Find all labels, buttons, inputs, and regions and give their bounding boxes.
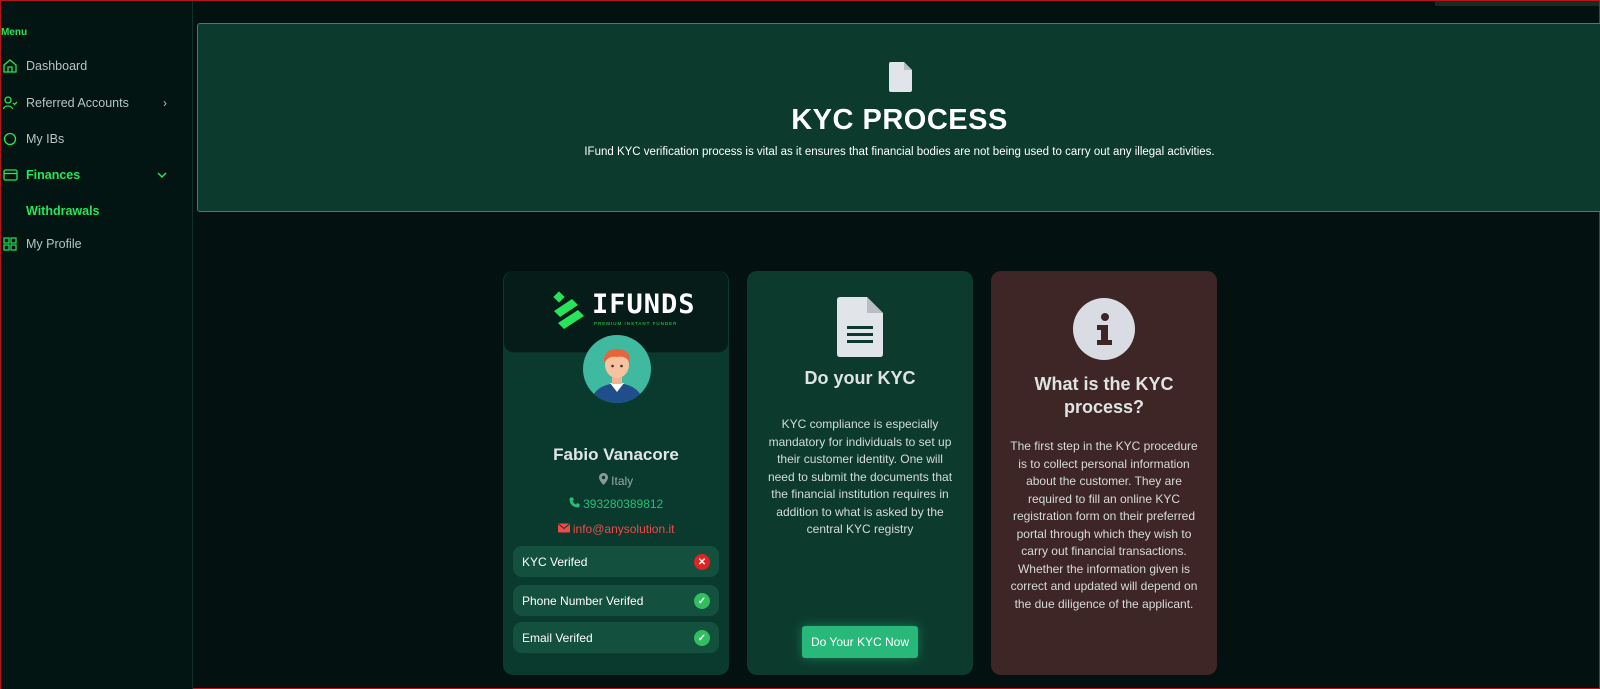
sidebar-item-my-ibs[interactable]: My IBs: [1, 126, 181, 152]
status-label: KYC Verifed: [522, 554, 588, 569]
sidebar-item-label: My Profile: [26, 237, 82, 251]
avatar: [583, 335, 651, 403]
logo-text: IFUNDS: [592, 289, 696, 320]
document-lines-icon: [837, 297, 883, 362]
do-kyc-title: Do your KYC: [804, 368, 916, 388]
status-kyc-verified: KYC Verifed ✕: [513, 546, 719, 577]
profile-country: Italy: [503, 473, 729, 488]
logo-mark-icon: [552, 291, 586, 338]
kyc-banner: KYC PROCESS IFund KYC verification proce…: [197, 23, 1600, 212]
do-kyc-card: Do your KYC KYC compliance is especially…: [747, 271, 973, 675]
map-pin-icon: [598, 473, 611, 488]
card-icon: [2, 167, 18, 183]
document-icon: [889, 62, 912, 97]
grid-icon: [2, 236, 18, 252]
page-subtitle: IFund KYC verification process is vital …: [584, 146, 1215, 158]
profile-phone-text: 393280389812: [583, 497, 664, 511]
do-kyc-now-button[interactable]: Do Your KYC Now: [802, 626, 918, 658]
status-phone-verified: Phone Number Verifed ✓: [513, 585, 719, 616]
profile-card: IFUNDS PREMIUM INSTANT FUNDER Fabio Vana…: [503, 271, 729, 675]
sidebar-item-label: Dashboard: [26, 59, 88, 73]
kyc-info-title: What is the KYC process?: [1034, 374, 1174, 417]
chevron-right-icon: ›: [163, 96, 167, 110]
logo-tagline: PREMIUM INSTANT FUNDER: [594, 321, 678, 326]
x-circle-icon: ✕: [694, 554, 710, 570]
check-circle-icon: ✓: [694, 593, 710, 609]
info-icon: [1073, 298, 1135, 360]
page-title: KYC PROCESS: [791, 104, 1008, 136]
profile-name: Fabio Vanacore: [553, 445, 679, 464]
topbar-tab: [1435, 1, 1599, 6]
circle-icon: [2, 131, 18, 147]
profile-email-text: info@anysolution.it: [572, 522, 675, 536]
profile-phone: 393280389812: [503, 497, 729, 511]
home-icon: [2, 58, 18, 74]
envelope-icon: [557, 522, 573, 536]
sidebar-item-label: Referred Accounts: [26, 96, 129, 110]
status-label: Email Verifed: [522, 630, 593, 645]
sidebar-item-my-profile[interactable]: My Profile: [1, 231, 181, 257]
status-label: Phone Number Verifed: [522, 593, 644, 608]
chevron-down-icon: [157, 168, 167, 182]
sidebar-item-referred-accounts[interactable]: Referred Accounts ›: [1, 90, 181, 116]
sidebar: Menu Dashboard Referred Accounts › My IB…: [1, 1, 193, 689]
kyc-info-card: What is the KYC process? The first step …: [991, 271, 1217, 675]
sidebar-item-label: Finances: [26, 168, 81, 182]
profile-country-text: Italy: [611, 474, 634, 488]
menu-title: Menu: [1, 27, 28, 38]
sidebar-item-dashboard[interactable]: Dashboard: [1, 53, 181, 79]
sidebar-item-finances[interactable]: Finances: [1, 162, 181, 188]
do-kyc-description: KYC compliance is especially mandatory f…: [767, 417, 953, 536]
sidebar-item-label: My IBs: [26, 132, 65, 146]
user-check-icon: [2, 95, 18, 111]
status-email-verified: Email Verifed ✓: [513, 622, 719, 653]
kyc-info-description: The first step in the KYC procedure is t…: [1010, 439, 1198, 611]
check-circle-icon: ✓: [694, 630, 710, 646]
profile-email: info@anysolution.it: [503, 522, 729, 536]
phone-icon: [569, 497, 583, 511]
sidebar-subitem-withdrawals[interactable]: Withdrawals: [26, 204, 100, 218]
